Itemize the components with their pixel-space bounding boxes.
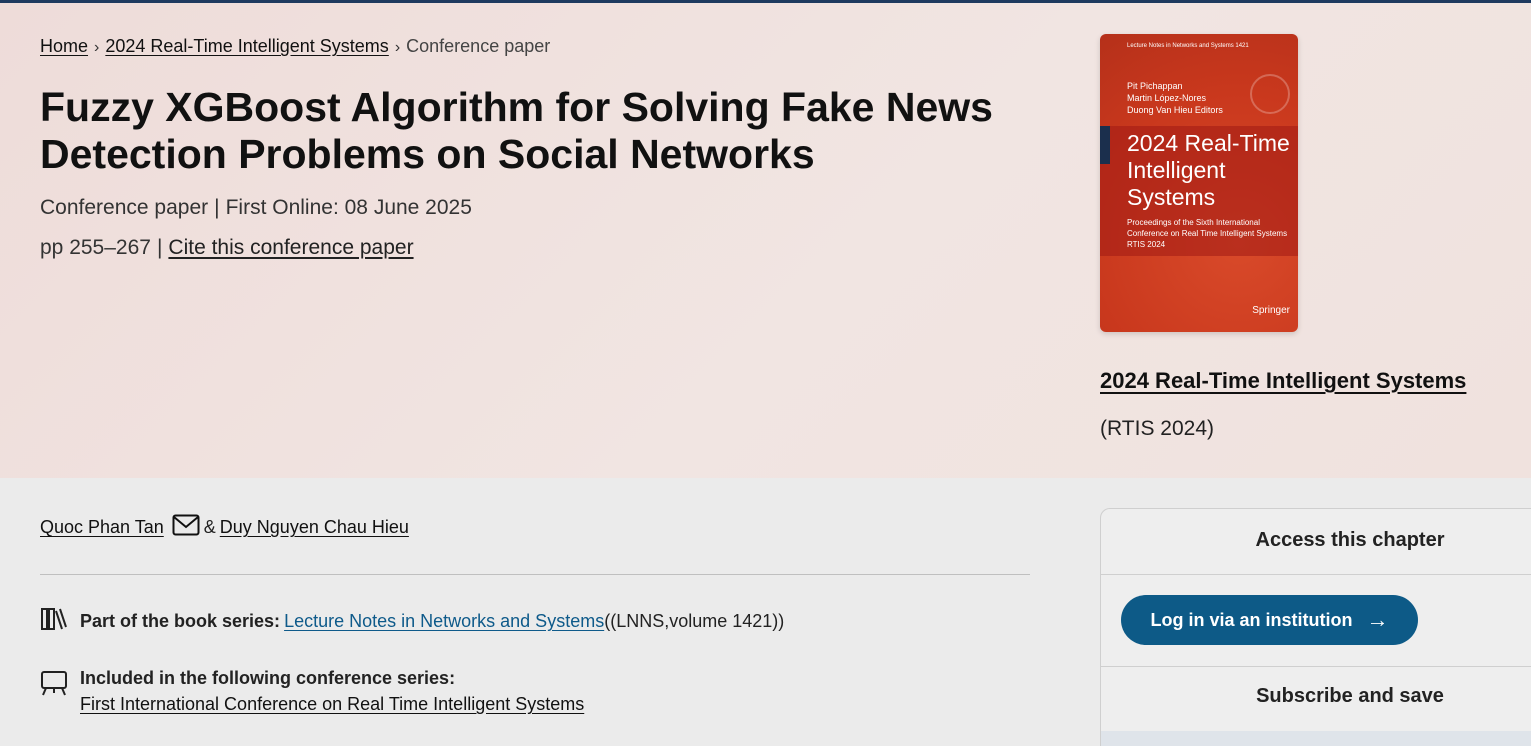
divider bbox=[1101, 666, 1531, 667]
author-link[interactable]: Quoc Phan Tan bbox=[40, 517, 164, 538]
page-range: pp 255–267 bbox=[40, 236, 151, 259]
access-options-strip bbox=[1101, 731, 1531, 746]
chevron-right-icon: › bbox=[394, 39, 401, 56]
cover-decoration bbox=[1250, 74, 1290, 114]
arrow-right-icon: → bbox=[1366, 607, 1389, 632]
meta-separator: | bbox=[156, 236, 163, 259]
access-panel: Access this chapter Log in via an instit… bbox=[1100, 508, 1531, 746]
cover-accent-bar bbox=[1100, 126, 1110, 164]
cover-editors: Pit Pichappan Martin López-Nores Duong V… bbox=[1127, 80, 1223, 116]
first-online-date: First Online: 08 June 2025 bbox=[225, 196, 472, 219]
cover-series-text: Lecture Notes in Networks and Systems 14… bbox=[1127, 43, 1249, 49]
cite-link[interactable]: Cite this conference paper bbox=[168, 236, 413, 259]
paper-pages-row: pp 255–267 | Cite this conference paper bbox=[40, 236, 414, 260]
presentation-icon bbox=[40, 670, 68, 701]
cover-editor: Duong Van Hieu Editors bbox=[1127, 105, 1223, 115]
book-series-row: Part of the book series: Lecture Notes i… bbox=[40, 606, 784, 637]
author-separator: & bbox=[203, 517, 216, 537]
conference-series-label: Included in the following conference ser… bbox=[80, 668, 456, 688]
breadcrumb-book-link[interactable]: 2024 Real-Time Intelligent Systems bbox=[105, 36, 388, 56]
book-series-label: Part of the book series: bbox=[80, 611, 281, 631]
page-title: Fuzzy XGBoost Algorithm for Solving Fake… bbox=[40, 84, 993, 177]
cover-subtitle: Proceedings of the Sixth International C… bbox=[1127, 218, 1288, 249]
conference-series-link[interactable]: First International Conference on Real T… bbox=[80, 694, 584, 715]
cover-title-line: 2024 Real-Time bbox=[1127, 130, 1290, 156]
author-link[interactable]: Duy Nguyen Chau Hieu bbox=[220, 517, 409, 538]
divider bbox=[40, 574, 1030, 575]
paper-meta: Conference paper | First Online: 08 June 2… bbox=[40, 196, 472, 220]
access-title: Access this chapter bbox=[1255, 529, 1445, 551]
breadcrumb: Home › 2024 Real-Time Intelligent Systems ›… bbox=[40, 36, 550, 57]
subscribe-heading[interactable]: Subscribe and save bbox=[1101, 685, 1531, 708]
book-series-link[interactable]: Lecture Notes in Networks and Systems bbox=[284, 611, 604, 632]
cover-title-line: Intelligent bbox=[1127, 157, 1226, 183]
cover-title-line: Systems bbox=[1127, 184, 1216, 210]
cover-title: 2024 Real-Time Intelligent Systems bbox=[1127, 130, 1290, 211]
meta-separator: | bbox=[214, 196, 220, 219]
book-cover-image[interactable]: Lecture Notes in Networks and Systems 14… bbox=[1100, 34, 1298, 332]
cover-publisher: Springer bbox=[1252, 305, 1290, 316]
chevron-right-icon: › bbox=[94, 39, 100, 56]
mail-icon[interactable] bbox=[172, 514, 200, 541]
book-series-volume: ((LNNS,volume 1421)) bbox=[604, 611, 785, 631]
login-button-label: Log in via an institution bbox=[1150, 609, 1353, 630]
author-list: Quoc Phan Tan & Duy Nguyen Chau Hieu bbox=[40, 514, 409, 541]
paper-type: Conference paper bbox=[40, 196, 209, 219]
login-institution-button[interactable]: Log in via an institution → bbox=[1121, 595, 1418, 645]
breadcrumb-home-link[interactable]: Home bbox=[40, 36, 88, 56]
books-icon bbox=[40, 606, 68, 637]
book-acronym: (RTIS 2024) bbox=[1100, 417, 1214, 440]
cover-editor: Martin López-Nores bbox=[1127, 93, 1207, 103]
book-title-link[interactable]: 2024 Real-Time Intelligent Systems bbox=[1100, 368, 1466, 394]
divider bbox=[1101, 574, 1531, 575]
breadcrumb-current: Conference paper bbox=[406, 36, 551, 56]
cover-editor: Pit Pichappan bbox=[1127, 81, 1183, 91]
